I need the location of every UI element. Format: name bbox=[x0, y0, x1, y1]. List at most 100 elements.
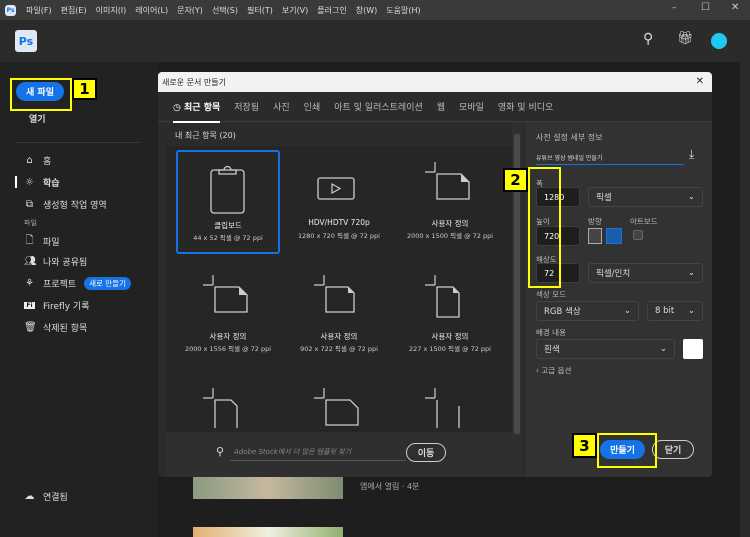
tab-saved[interactable]: 저장됨 bbox=[234, 100, 259, 113]
label: 생성형 작업 영역 bbox=[43, 201, 107, 211]
menu-layer[interactable]: 레이어(L) bbox=[135, 5, 168, 16]
label: 삭제된 항목 bbox=[43, 324, 88, 334]
callout-1: 1 bbox=[72, 78, 97, 100]
chevron-down-icon: ⌄ bbox=[623, 306, 631, 316]
preset-card[interactable]: HDV/HDTV 720p 1280 x 720 픽셀 @ 72 ppi bbox=[287, 150, 391, 254]
new-badge[interactable]: 새로 만들기 bbox=[84, 277, 132, 290]
ps-app-icon: Ps bbox=[5, 4, 16, 16]
resolution-unit-select[interactable]: 픽셀/인치 ⌄ bbox=[588, 263, 703, 283]
highlight-box-3 bbox=[597, 433, 657, 468]
preset-card[interactable]: 사용자 정의 902 x 722 픽셀 @ 72 ppi bbox=[287, 263, 391, 367]
background-label: 배경 내용 bbox=[536, 328, 566, 337]
sidebar-item-firefly[interactable]: Fi Firefly 기록 bbox=[24, 299, 89, 312]
menu-file[interactable]: 파일(F) bbox=[26, 5, 52, 16]
page-scrollbar[interactable] bbox=[740, 20, 750, 537]
maximize-icon[interactable]: ☐ bbox=[701, 2, 710, 13]
sidebar-item-home[interactable]: ⌂ 홈 bbox=[24, 154, 51, 167]
custom-doc-icon bbox=[203, 275, 248, 313]
menu-help[interactable]: 도움말(H) bbox=[386, 5, 420, 16]
unit-select[interactable]: 픽셀 ⌄ bbox=[588, 187, 703, 207]
sidebar: 새 파일 열기 ⌂ 홈 ☼ 학습 ⧉ 생성형 작업 영역 파일 🗋︎ 파일 👥︎ 나와 공… bbox=[0, 62, 158, 537]
gift-icon[interactable]: 🎁︎ bbox=[677, 31, 694, 46]
tab-photo[interactable]: 사진 bbox=[273, 100, 290, 113]
home-icon: ⌂ bbox=[26, 155, 33, 166]
sidebar-item-files[interactable]: 🗋︎ 파일 bbox=[24, 233, 59, 250]
label: 나와 공유됨 bbox=[43, 258, 88, 268]
sidebar-item-learn[interactable]: ☼ 학습 bbox=[24, 176, 60, 189]
card-size: 2000 x 1500 픽셀 @ 72 ppi bbox=[406, 232, 494, 240]
sidebar-item-shared[interactable]: 👥︎ 나와 공유됨 bbox=[24, 255, 87, 268]
open-link[interactable]: 열기 bbox=[29, 112, 46, 125]
avatar[interactable] bbox=[711, 33, 727, 49]
menu-edit[interactable]: 편집(E) bbox=[61, 5, 87, 16]
search-icon: ⚲ bbox=[216, 445, 225, 458]
menu-window[interactable]: 창(W) bbox=[356, 5, 378, 16]
artboard-checkbox[interactable] bbox=[633, 230, 643, 240]
thumbnail[interactable] bbox=[193, 477, 343, 499]
preset-card[interactable]: 클립보드 44 x 52 픽셀 @ 72 ppi bbox=[176, 150, 280, 254]
callout-2: 2 bbox=[503, 168, 528, 192]
save-preset-icon[interactable]: ⤓ bbox=[689, 147, 694, 162]
recent-header: 내 최근 항목 (20) bbox=[175, 130, 236, 141]
tab-web[interactable]: 웹 bbox=[437, 100, 445, 113]
close-button[interactable]: 닫기 bbox=[652, 440, 694, 459]
portrait-icon[interactable] bbox=[588, 228, 602, 244]
chevron-down-icon: ⌄ bbox=[687, 306, 695, 316]
landscape-icon[interactable] bbox=[606, 228, 622, 244]
value: 픽셀/인치 bbox=[596, 269, 631, 279]
dialog-title-bar: 새로운 문서 만들기 ✕ bbox=[158, 72, 712, 92]
menu-filter[interactable]: 필터(T) bbox=[247, 5, 273, 16]
close-icon[interactable]: ✕ bbox=[696, 76, 704, 87]
go-button[interactable]: 이동 bbox=[406, 443, 446, 462]
tab-recent[interactable]: ◷ 최근 항목 bbox=[173, 100, 221, 123]
label: Firefly 기록 bbox=[43, 302, 90, 312]
highlight-box-1 bbox=[10, 78, 72, 111]
preset-tabs: ◷ 최근 항목 저장됨 사진 인쇄 아트 및 일러스트레이션 웹 모바일 영화 … bbox=[158, 92, 712, 123]
menu-image[interactable]: 이미지(I) bbox=[96, 5, 127, 16]
close-window-icon[interactable]: ✕ bbox=[731, 2, 739, 13]
card-size: 902 x 722 픽셀 @ 72 ppi bbox=[300, 345, 378, 353]
minimize-icon[interactable]: – bbox=[672, 3, 677, 13]
background-color-swatch[interactable] bbox=[683, 339, 703, 359]
artboard-label: 아트보드 bbox=[630, 217, 658, 226]
menu-view[interactable]: 보기(V) bbox=[282, 5, 308, 16]
sidebar-item-generative[interactable]: ⧉ 생성형 작업 영역 bbox=[24, 198, 107, 211]
thumbnail[interactable] bbox=[193, 527, 343, 537]
bit-depth-select[interactable]: 8 bit ⌄ bbox=[647, 301, 703, 321]
orientation-label: 방향 bbox=[588, 217, 602, 226]
card-name: 사용자 정의 bbox=[431, 219, 469, 228]
menu-type[interactable]: 문자(Y) bbox=[177, 5, 203, 16]
preset-card[interactable]: 사용자 정의 2000 x 1500 픽셀 @ 72 ppi bbox=[398, 150, 502, 254]
sidebar-item-deleted[interactable]: 🗑︎ 삭제된 항목 bbox=[24, 321, 87, 334]
menu-select[interactable]: 선택(S) bbox=[212, 5, 238, 16]
custom-doc-icon bbox=[425, 275, 460, 318]
tab-mobile[interactable]: 모바일 bbox=[459, 100, 484, 113]
clipboard-icon bbox=[210, 165, 245, 214]
card-name: 사용자 정의 bbox=[209, 332, 247, 341]
tab-print[interactable]: 인쇄 bbox=[304, 100, 321, 113]
card-size: 227 x 1500 픽셀 @ 72 ppi bbox=[409, 345, 491, 353]
menu-plugins[interactable]: 플러그인 bbox=[317, 5, 346, 16]
label: 학습 bbox=[43, 179, 60, 189]
count: (20) bbox=[219, 131, 236, 140]
color-mode-select[interactable]: RGB 색상 ⌄ bbox=[536, 301, 639, 321]
tab-art[interactable]: 아트 및 일러스트레이션 bbox=[334, 100, 423, 113]
value: RGB 색상 bbox=[544, 307, 581, 317]
chevron-down-icon: ⌄ bbox=[687, 268, 695, 278]
preset-card[interactable]: 사용자 정의 2000 x 1556 픽셀 @ 72 ppi bbox=[176, 263, 280, 367]
card-size: 1280 x 720 픽셀 @ 72 ppi bbox=[298, 232, 380, 240]
card-name: HDV/HDTV 720p bbox=[308, 218, 370, 227]
preset-card[interactable]: 사용자 정의 227 x 1500 픽셀 @ 72 ppi bbox=[398, 263, 502, 367]
active-indicator bbox=[15, 176, 17, 188]
advanced-options-toggle[interactable]: › 고급 옵션 bbox=[536, 365, 571, 376]
preset-name-input[interactable]: 유튜브 영상 썸네일 만들기 bbox=[536, 150, 684, 165]
tab-film[interactable]: 영화 및 비디오 bbox=[498, 100, 553, 113]
sidebar-item-projects[interactable]: ⚘ 프로젝트 새로 만들기 bbox=[24, 277, 132, 290]
background-select[interactable]: 흰색 ⌄ bbox=[536, 339, 675, 359]
label: 연결됨 bbox=[43, 493, 68, 503]
stock-search-input[interactable]: Adobe Stock에서 더 많은 템플릿 찾기 bbox=[230, 443, 406, 461]
search-icon[interactable]: ⚲ bbox=[643, 31, 653, 47]
custom-doc-icon bbox=[314, 388, 359, 426]
section-label: 파일 bbox=[24, 219, 37, 227]
value: 흰색 bbox=[544, 345, 560, 355]
